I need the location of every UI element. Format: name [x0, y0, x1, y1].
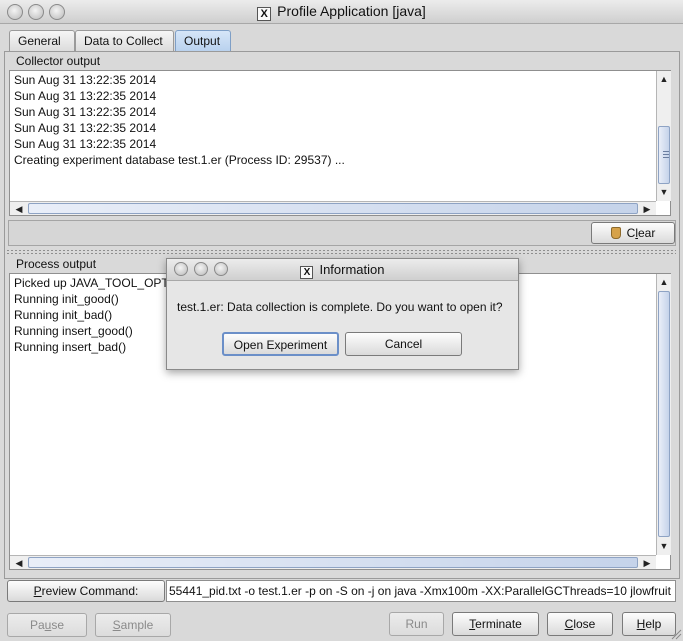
help-suffix: elp [645, 617, 662, 631]
broom-icon [610, 227, 621, 239]
clear-button[interactable]: Clear [591, 222, 675, 244]
dialog-message: test.1.er: Data collection is complete. … [177, 300, 503, 314]
collector-toolbar [8, 220, 676, 246]
dialog-title: Information [319, 262, 385, 277]
scroll-thumb[interactable] [28, 557, 638, 568]
preview-command-button[interactable]: Preview Command: [7, 580, 165, 602]
title-bar: X Profile Application [java] [0, 0, 683, 24]
process-vertical-scrollbar[interactable]: ▲ ▼ [656, 274, 671, 555]
preview-command-field[interactable]: 55441_pid.txt -o test.1.er -p on -S on -… [166, 580, 676, 602]
tab-output[interactable]: Output [175, 30, 231, 51]
resize-grip-icon[interactable] [670, 628, 682, 640]
collector-vertical-scrollbar[interactable]: ▲ ▼ [656, 71, 671, 201]
tab-general[interactable]: General [9, 30, 75, 51]
preview-label-mnemonic: P [33, 584, 42, 598]
output-line: Running insert_good() [14, 324, 133, 338]
collector-lines: Sun Aug 31 13:22:35 2014 Sun Aug 31 13:22… [10, 72, 345, 168]
scroll-up-icon[interactable]: ▲ [657, 72, 671, 86]
dialog-title-wrap: X Information [167, 262, 518, 279]
terminate-suffix: erminate [475, 617, 522, 631]
scroll-up-icon[interactable]: ▲ [657, 275, 671, 289]
clear-label-suffix: ear [638, 226, 656, 240]
tab-data-to-collect[interactable]: Data to Collect [75, 30, 174, 51]
terminate-button[interactable]: Terminate [452, 612, 539, 636]
preview-command-text: 55441_pid.txt -o test.1.er -p on -S on -… [169, 584, 671, 598]
sample-button[interactable]: Sample [95, 613, 171, 637]
dialog-title-bar: X Information [167, 259, 518, 281]
scroll-thumb[interactable] [658, 291, 670, 537]
output-line: Running init_bad() [14, 308, 113, 322]
preview-label-rest: review Command: [41, 584, 139, 598]
output-line: Sun Aug 31 13:22:35 2014 [14, 89, 157, 103]
output-line: Creating experiment database test.1.er (… [14, 153, 345, 167]
process-output-label: Process output [14, 257, 99, 271]
output-line: Picked up JAVA_TOOL_OPT [14, 276, 169, 290]
pause-suffix: se [51, 618, 65, 632]
process-horizontal-scrollbar[interactable]: ◀ ▶ [10, 555, 656, 569]
scroll-right-icon[interactable]: ▶ [640, 556, 654, 570]
sample-suffix: ample [120, 618, 154, 632]
process-lines: Picked up JAVA_TOOL_OPT Running init_good… [10, 275, 169, 355]
scroll-thumb[interactable] [28, 203, 638, 214]
sample-mnemonic: S [112, 618, 121, 632]
scroll-right-icon[interactable]: ▶ [640, 202, 654, 216]
scroll-left-icon[interactable]: ◀ [12, 202, 26, 216]
pause-button[interactable]: Pause [7, 613, 87, 637]
x11-icon: X [257, 7, 272, 21]
collector-output-label: Collector output [14, 54, 103, 68]
cancel-button[interactable]: Cancel [345, 332, 462, 356]
close-button[interactable]: Close [547, 612, 613, 636]
cancel-label: Cancel [384, 337, 423, 351]
x11-icon: X [300, 266, 314, 279]
output-line: Sun Aug 31 13:22:35 2014 [14, 121, 157, 135]
output-line: Sun Aug 31 13:22:35 2014 [14, 73, 157, 87]
split-pane-divider[interactable] [6, 249, 676, 255]
open-experiment-label: Open Experiment [233, 338, 328, 352]
output-line: Running init_good() [14, 292, 119, 306]
window-title-wrap: X Profile Application [java] [0, 3, 683, 21]
output-line: Sun Aug 31 13:22:35 2014 [14, 137, 157, 151]
tab-label: Output [184, 34, 221, 48]
scroll-down-icon[interactable]: ▼ [657, 539, 671, 553]
scroll-down-icon[interactable]: ▼ [657, 185, 671, 199]
output-line: Sun Aug 31 13:22:35 2014 [14, 105, 157, 119]
window-title: Profile Application [java] [277, 3, 426, 19]
collector-output-area[interactable]: Sun Aug 31 13:22:35 2014 Sun Aug 31 13:22… [9, 70, 671, 216]
information-dialog: X Information test.1.er: Data collection … [166, 258, 519, 370]
run-button[interactable]: Run [389, 612, 444, 636]
tab-label: Data to Collect [84, 34, 163, 48]
close-suffix: lose [573, 617, 596, 631]
scroll-left-icon[interactable]: ◀ [12, 556, 26, 570]
collector-horizontal-scrollbar[interactable]: ◀ ▶ [10, 201, 656, 215]
output-line: Running insert_bad() [14, 340, 127, 354]
tab-label: General [18, 34, 61, 48]
pause-prefix: Pa [29, 618, 45, 632]
open-experiment-button[interactable]: Open Experiment [222, 332, 339, 356]
help-button[interactable]: Help [622, 612, 676, 636]
scroll-thumb[interactable] [658, 126, 670, 184]
run-label: Run [405, 617, 428, 631]
